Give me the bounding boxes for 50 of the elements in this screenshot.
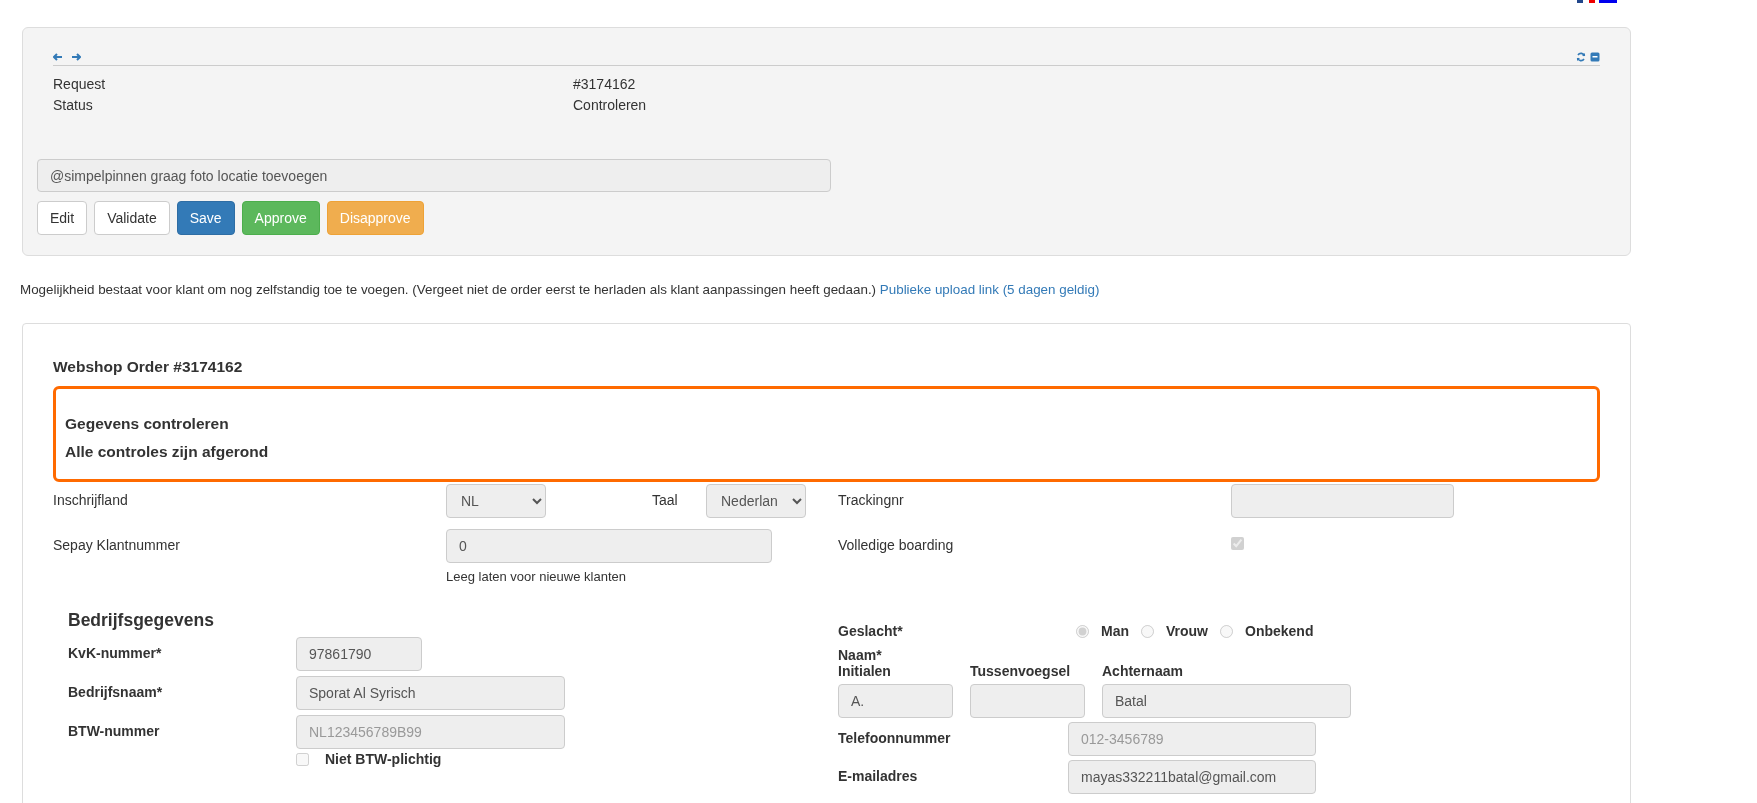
field-label: Tussenvoegsel	[970, 663, 1072, 679]
action-button[interactable]: Validate	[94, 201, 170, 235]
panel-icon[interactable]	[1590, 52, 1600, 62]
language-select[interactable]: Nederlan	[706, 484, 806, 518]
customer-number-field[interactable]: 0	[446, 529, 772, 563]
name-field[interactable]: A.	[838, 684, 953, 718]
name-field[interactable]: Batal	[1102, 684, 1351, 718]
arrow-left-icon[interactable]	[53, 53, 63, 61]
info-label: Status	[53, 96, 94, 115]
alert-text: Alle controles zijn afgerond	[65, 443, 270, 461]
upload-link[interactable]: Publieke upload link (5 dagen geldig)	[879, 282, 1100, 297]
field-label: Initialen	[838, 663, 892, 679]
name-field[interactable]	[970, 684, 1085, 718]
phone-field[interactable]: 012-3456789	[1068, 722, 1316, 756]
field-label: Telefoonnummer	[838, 730, 952, 746]
order-title: Webshop Order #3174162	[53, 358, 244, 376]
refresh-icon[interactable]	[1576, 52, 1586, 62]
action-button[interactable]: Save	[176, 201, 235, 235]
checkbox-label: Niet BTW-plichtig	[325, 751, 443, 767]
field-label: Trackingnr	[838, 492, 905, 508]
field-label: Naam*	[838, 647, 883, 663]
field-label: Bedrijfsnaam*	[68, 684, 164, 700]
tracking-field[interactable]	[1231, 484, 1454, 518]
field-label: Taal	[652, 492, 679, 508]
field-label: Sepay Klantnummer	[53, 537, 181, 553]
info-value: Controleren	[573, 96, 648, 115]
alert-text: Gegevens controleren	[65, 415, 230, 433]
kvk-field[interactable]: 97861790	[296, 637, 422, 671]
info-label: Request	[53, 75, 107, 94]
section-heading: Bedrijfsgegevens	[68, 610, 215, 631]
field-label: KvK-nummer*	[68, 645, 163, 661]
help-text: Leeg laten voor nieuwe klanten	[446, 569, 627, 584]
arrow-right-icon[interactable]	[71, 53, 81, 61]
radio-label: Man	[1101, 623, 1129, 639]
action-button[interactable]: Edit	[37, 201, 88, 235]
radio-label: Onbekend	[1245, 623, 1314, 639]
field-label: Achternaam	[1102, 663, 1184, 679]
field-label: Geslacht*	[838, 623, 904, 639]
comment-field[interactable]: @simpelpinnen graag foto locatie toevoegen	[37, 159, 831, 192]
company-name-field[interactable]: Sporat Al Syrisch	[296, 676, 565, 710]
field-label: Volledige boarding	[838, 537, 955, 553]
vat-field[interactable]: NL123456789B99	[296, 715, 565, 749]
field-label: E-mailadres	[838, 768, 919, 784]
info-value: #3174162	[573, 75, 637, 94]
notice-text: Mogelijkheid bestaat voor klant om nog zelfstandig toe te voegen. (Vergeet niet de order eerst te herladen als klant aanpassingen heeft gedaan.) Publieke upload link (5 dagen geldig)	[20, 282, 1101, 297]
field-label: Inschrijfland	[53, 492, 129, 508]
radio-label: Vrouw	[1166, 623, 1208, 639]
field-label: BTW-nummer	[68, 723, 161, 739]
email-field[interactable]: mayas332211batal@gmail.com	[1068, 760, 1316, 794]
country-select[interactable]: NL	[446, 484, 546, 518]
